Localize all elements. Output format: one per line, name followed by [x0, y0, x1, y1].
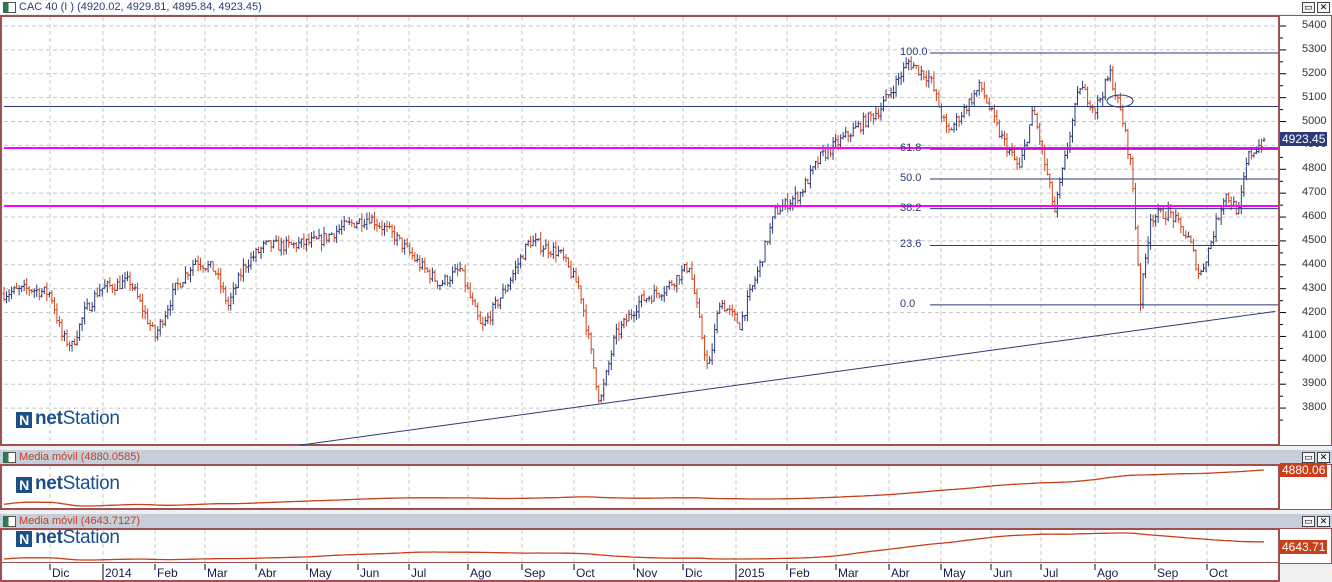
price-axis-label: 3900: [1302, 377, 1327, 390]
price-axis-label: 5000: [1302, 114, 1327, 127]
fibonacci-level-label: 50.0: [900, 171, 922, 184]
price-axis-label: 3800: [1302, 401, 1327, 414]
date-axis-label: May: [943, 566, 966, 580]
date-axis-label: Sep: [524, 566, 546, 580]
date-axis-label: Oct: [576, 566, 595, 580]
price-axis-label: 5400: [1302, 19, 1327, 31]
date-axis-label: Sep: [1157, 566, 1179, 580]
price-axis-label: 4800: [1302, 162, 1327, 175]
fibonacci-level-label: 38.2: [900, 201, 922, 214]
date-axis-label: Dic: [685, 566, 703, 580]
fibonacci-level-label: 61.8: [900, 142, 922, 155]
date-axis-label: Abr: [891, 566, 910, 580]
fibonacci-level-label: 0.0: [900, 297, 916, 310]
date-axis-label: Jun: [360, 566, 380, 580]
price-axis-label: 4300: [1302, 281, 1327, 294]
date-axis-label: Oct: [1209, 566, 1228, 580]
date-axis-label: May: [309, 566, 332, 580]
date-axis-label: Mar: [207, 566, 228, 580]
date-axis-label: 2014: [105, 566, 132, 580]
ma-panel-2-value-tag: 4643.71: [1280, 540, 1328, 554]
price-axis-label: 4700: [1302, 186, 1327, 199]
price-axis-label: 5300: [1302, 42, 1327, 55]
date-axis-label: Nov: [636, 566, 658, 580]
date-axis-label: Jun: [993, 566, 1013, 580]
date-axis-label: Abr: [258, 566, 277, 580]
date-axis-label: Ago: [1097, 566, 1119, 580]
price-axis-label: 4000: [1302, 353, 1327, 366]
date-axis-label: 2015: [738, 566, 765, 580]
price-axis-label: 4500: [1302, 233, 1327, 246]
price-axis-label: 5100: [1302, 90, 1327, 103]
date-axis-label: Feb: [157, 566, 178, 580]
fibonacci-level-label: 23.6: [900, 238, 922, 251]
netstation-logo: NnetStation: [16, 473, 120, 495]
price-axis-label: 4100: [1302, 329, 1327, 342]
date-axis-label: Dic: [52, 566, 70, 580]
price-axis-label: 4200: [1302, 305, 1327, 318]
netstation-logo: NnetStation: [16, 527, 120, 549]
price-axis-label: 4400: [1302, 257, 1327, 270]
price-axis-label: 5200: [1302, 66, 1327, 79]
last-price-tag: 4923.45: [1280, 132, 1328, 146]
price-axis-label: 4600: [1302, 210, 1327, 223]
date-axis-label: Jul: [1043, 566, 1059, 580]
date-axis-label: Mar: [838, 566, 859, 580]
netstation-logo: NnetStation: [16, 408, 120, 430]
chart-plot-layer: [2, 17, 1286, 580]
fibonacci-level-label: 100.0: [900, 45, 928, 58]
date-axis-label: Ago: [470, 566, 492, 580]
date-axis-label: Feb: [789, 566, 810, 580]
date-axis-label: Jul: [411, 566, 427, 580]
trendline: [300, 310, 1276, 446]
ma-panel-1-value-tag: 4880.06: [1280, 463, 1328, 477]
